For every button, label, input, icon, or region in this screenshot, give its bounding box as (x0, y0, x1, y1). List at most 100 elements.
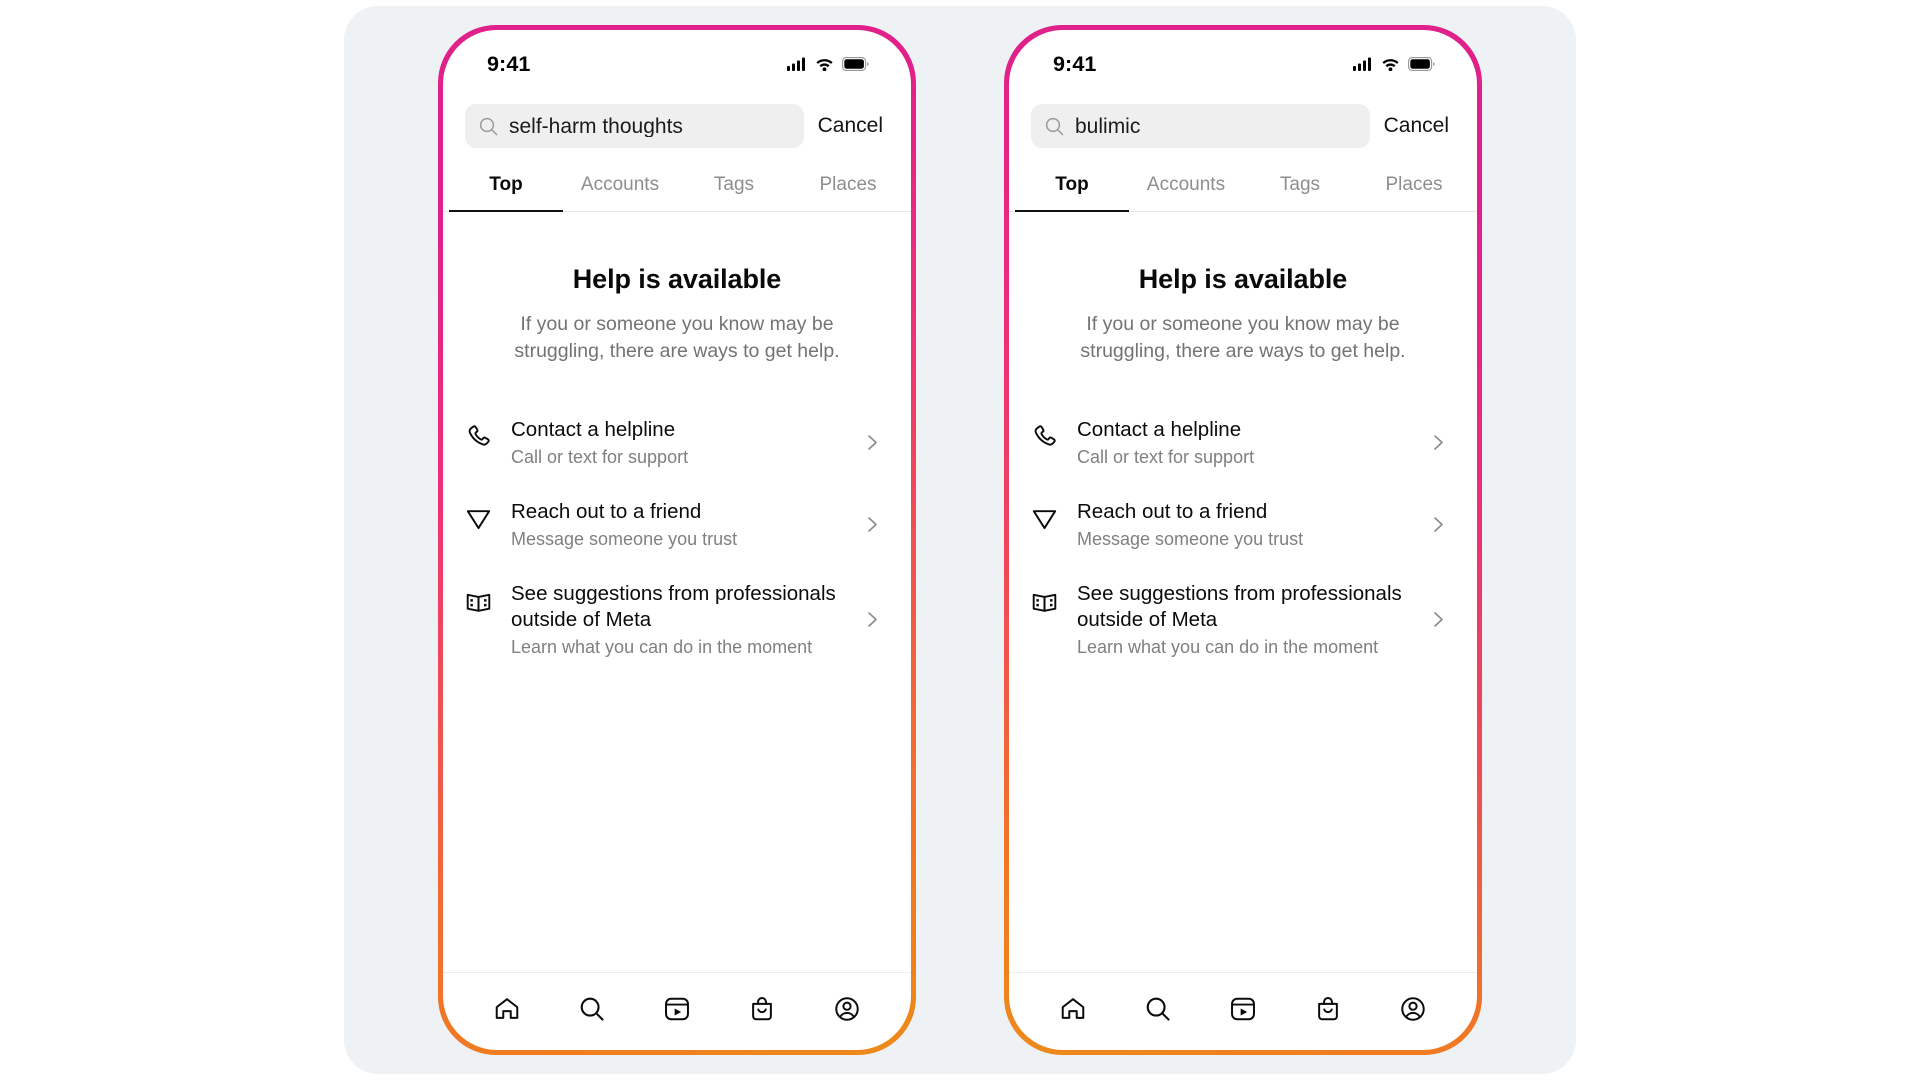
search-input[interactable]: self-harm thoughts (465, 104, 804, 148)
reels-icon (663, 995, 691, 1023)
tab-tags[interactable]: Tags (1243, 170, 1357, 211)
battery-icon (842, 57, 869, 71)
option-title: Reach out to a friend (511, 499, 702, 523)
status-time: 9:41 (487, 51, 531, 76)
search-icon (479, 117, 498, 136)
option-subtitle: Message someone you trust (1077, 529, 1304, 550)
shop-icon (1314, 995, 1342, 1023)
tab-accounts[interactable]: Accounts (563, 170, 677, 211)
nav-reels[interactable] (649, 986, 705, 1032)
tab-places[interactable]: Places (791, 170, 905, 211)
tab-top[interactable]: Top (1015, 170, 1129, 212)
search-tabs: Top Accounts Tags Places (443, 170, 911, 212)
nav-search[interactable] (1130, 986, 1186, 1032)
nav-reels[interactable] (1215, 986, 1271, 1032)
nav-home[interactable] (1045, 986, 1101, 1032)
home-icon (1059, 995, 1087, 1023)
wifi-icon (1381, 57, 1400, 71)
search-icon (1144, 995, 1172, 1023)
chevron-right-icon (1425, 611, 1451, 628)
nav-shop[interactable] (1300, 986, 1356, 1032)
option-text: Reach out to a friend Message someone yo… (511, 499, 859, 551)
help-options-list: Contact a helpline Call or text for supp… (465, 407, 889, 669)
help-content: Help is available If you or someone you … (443, 212, 911, 972)
status-bar: 9:41 (1009, 30, 1477, 92)
option-text: See suggestions from professionals outsi… (511, 581, 859, 659)
search-input[interactable]: bulimic (1031, 104, 1370, 148)
chevron-right-icon (859, 611, 885, 628)
option-text: Contact a helpline Call or text for supp… (1077, 417, 1425, 469)
option-subtitle: Message someone you trust (511, 529, 738, 550)
tab-places[interactable]: Places (1357, 170, 1471, 211)
page-subtitle: If you or someone you know may be strugg… (1080, 313, 1406, 362)
nav-search[interactable] (564, 986, 620, 1032)
search-tabs: Top Accounts Tags Places (1009, 170, 1477, 212)
chevron-right-icon (1425, 434, 1451, 451)
option-reach-out-friend[interactable]: Reach out to a friend Message someone yo… (465, 489, 889, 561)
option-subtitle: Learn what you can do in the moment (511, 637, 813, 658)
bottom-navigation (1009, 972, 1477, 1050)
profile-icon (833, 995, 861, 1023)
search-row: self-harm thoughts Cancel (443, 104, 911, 148)
status-time: 9:41 (1053, 51, 1097, 76)
option-title: See suggestions from professionals outsi… (511, 581, 836, 632)
option-subtitle: Call or text for support (511, 447, 689, 468)
option-professional-suggestions[interactable]: See suggestions from professionals outsi… (1031, 571, 1455, 669)
screenshot-stage: 9:41 self-harm thoughts Cancel Top Accou… (0, 0, 1920, 1080)
battery-icon (1408, 57, 1435, 71)
search-input-value: bulimic (1075, 115, 1141, 137)
option-subtitle: Learn what you can do in the moment (1077, 637, 1379, 658)
status-bar: 9:41 (443, 30, 911, 92)
option-title: See suggestions from professionals outsi… (1077, 581, 1402, 632)
option-contact-helpline[interactable]: Contact a helpline Call or text for supp… (465, 407, 889, 479)
reels-icon (1229, 995, 1257, 1023)
bottom-navigation (443, 972, 911, 1050)
wifi-icon (815, 57, 834, 71)
help-options-list: Contact a helpline Call or text for supp… (1031, 407, 1455, 669)
phone-icon (1031, 417, 1077, 450)
phone-icon (465, 417, 511, 450)
search-icon (578, 995, 606, 1023)
cellular-signal-icon (1353, 57, 1373, 71)
home-icon (493, 995, 521, 1023)
nav-home[interactable] (479, 986, 535, 1032)
nav-profile[interactable] (1385, 986, 1441, 1032)
search-input-value: self-harm thoughts (509, 115, 683, 137)
tab-accounts[interactable]: Accounts (1129, 170, 1243, 211)
option-professional-suggestions[interactable]: See suggestions from professionals outsi… (465, 571, 889, 669)
search-icon (1045, 117, 1064, 136)
option-title: Contact a helpline (511, 417, 676, 441)
tab-top[interactable]: Top (449, 170, 563, 212)
option-contact-helpline[interactable]: Contact a helpline Call or text for supp… (1031, 407, 1455, 479)
tab-tags[interactable]: Tags (677, 170, 791, 211)
profile-icon (1399, 995, 1427, 1023)
phone-mockup-right: 9:41 bulimic Cancel Top Accounts Tags Pl… (1004, 25, 1482, 1055)
page-title: Help is available (1138, 264, 1348, 294)
nav-profile[interactable] (819, 986, 875, 1032)
cancel-button[interactable]: Cancel (1384, 114, 1453, 138)
brochure-icon (465, 581, 511, 616)
chevron-right-icon (1425, 516, 1451, 533)
phone-screen-right: 9:41 bulimic Cancel Top Accounts Tags Pl… (1009, 30, 1477, 1050)
send-icon (1031, 499, 1077, 532)
phone-mockup-left: 9:41 self-harm thoughts Cancel Top Accou… (438, 25, 916, 1055)
option-title: Reach out to a friend (1077, 499, 1268, 523)
status-icons (1353, 57, 1435, 71)
page-title: Help is available (572, 264, 782, 294)
phone-pair: 9:41 self-harm thoughts Cancel Top Accou… (438, 25, 1482, 1055)
chevron-right-icon (859, 434, 885, 451)
option-reach-out-friend[interactable]: Reach out to a friend Message someone yo… (1031, 489, 1455, 561)
chevron-right-icon (859, 516, 885, 533)
phone-screen-left: 9:41 self-harm thoughts Cancel Top Accou… (443, 30, 911, 1050)
option-text: Reach out to a friend Message someone yo… (1077, 499, 1425, 551)
shop-icon (748, 995, 776, 1023)
option-text: Contact a helpline Call or text for supp… (511, 417, 859, 469)
help-content: Help is available If you or someone you … (1009, 212, 1477, 972)
brochure-icon (1031, 581, 1077, 616)
status-icons (787, 57, 869, 71)
nav-shop[interactable] (734, 986, 790, 1032)
cancel-button[interactable]: Cancel (818, 114, 887, 138)
page-subtitle: If you or someone you know may be strugg… (514, 313, 840, 362)
send-icon (465, 499, 511, 532)
option-title: Contact a helpline (1077, 417, 1242, 441)
